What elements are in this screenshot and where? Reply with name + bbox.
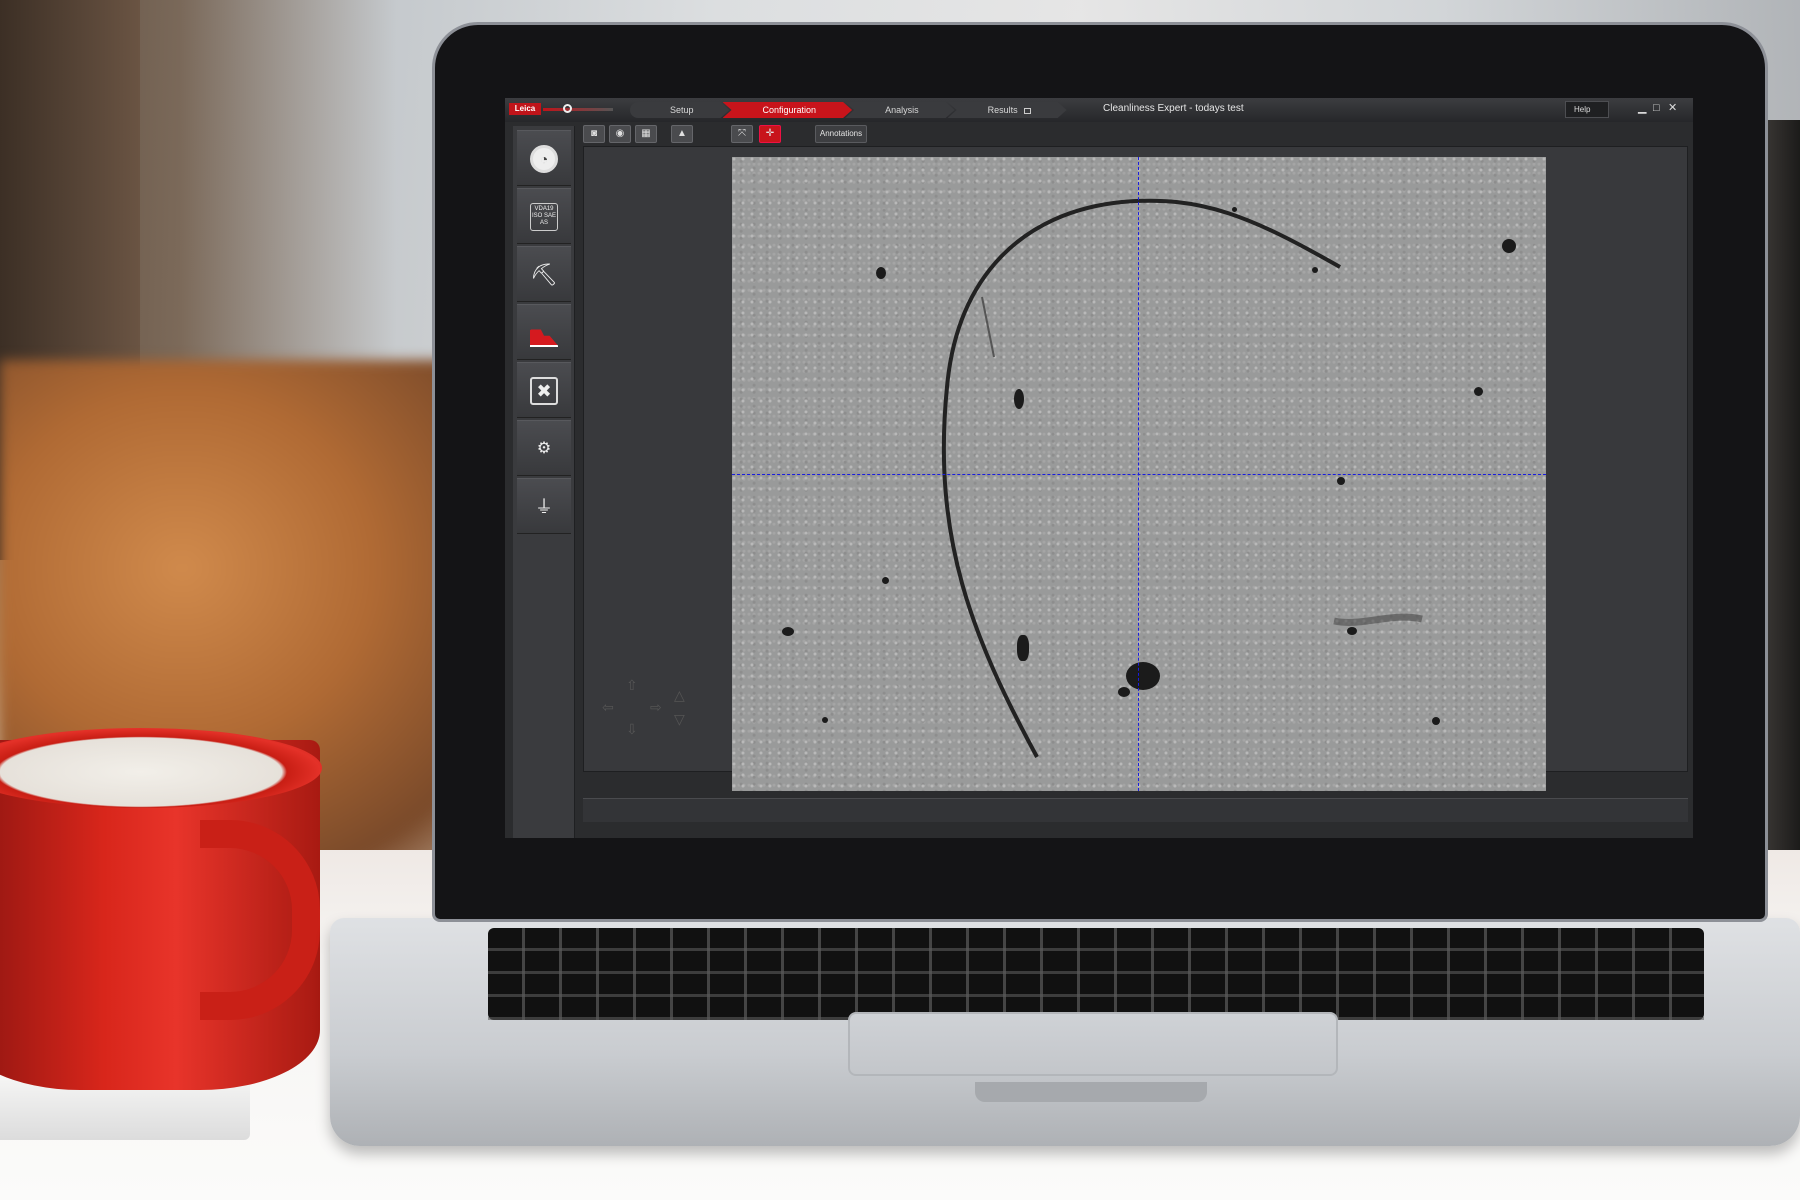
particle	[1126, 662, 1160, 690]
logo-line	[543, 108, 613, 111]
annotations-button[interactable]: Annotations	[815, 125, 867, 143]
tab-label: Results	[987, 105, 1018, 115]
arrow-right-icon[interactable]: ⇨	[650, 699, 662, 716]
sidebar-item-microscope[interactable]: ⛏	[517, 246, 571, 302]
tab-analysis[interactable]: Analysis	[845, 102, 955, 118]
particle	[1337, 477, 1345, 485]
status-bar	[583, 798, 1688, 822]
sidebar-item-standards[interactable]: VDA19 ISO SAE AS	[517, 188, 571, 244]
sidebar-item-tools[interactable]: ✖	[517, 362, 571, 418]
particle	[1474, 387, 1483, 396]
close-button[interactable]: ✕	[1668, 101, 1677, 115]
tab-label: Analysis	[885, 105, 919, 115]
lock-icon	[1024, 108, 1031, 114]
laptop-notch	[975, 1082, 1207, 1102]
particle	[882, 577, 889, 584]
camera-icon: ◉	[615, 128, 625, 139]
tab-label: Setup	[670, 105, 694, 115]
fit-to-screen-icon: ⤧	[738, 128, 746, 139]
particle	[1232, 207, 1237, 212]
sidebar-item-lamp[interactable]: ⏚	[517, 478, 571, 534]
arrow-up-icon[interactable]: ⇧	[626, 677, 638, 694]
standards-icon: VDA19 ISO SAE AS	[530, 203, 558, 231]
lamp-settings-icon: ⚙	[536, 440, 552, 457]
lamp-icon: ⏚	[535, 497, 553, 517]
z-down-icon[interactable]: ▽	[674, 711, 685, 728]
sidebar: ◔ VDA19 ISO SAE AS ⛏ ✖ ⚙ ⏚	[513, 126, 575, 838]
grid-button[interactable]: ▦	[635, 125, 657, 143]
sidebar-item-gauge[interactable]: ◔	[517, 130, 571, 186]
grid-icon: ▦	[641, 128, 651, 139]
app-window: Leica Setup Configuration Analysis Resul…	[505, 98, 1693, 838]
particle-histogram-icon	[530, 324, 558, 347]
snapshot-button[interactable]: ◉	[609, 125, 631, 143]
logo-dot-icon	[563, 104, 572, 113]
tab-setup[interactable]: Setup	[630, 102, 730, 118]
minimize-button[interactable]: ▁	[1638, 101, 1646, 115]
particle	[1432, 717, 1440, 725]
crosshair-button[interactable]: ✛	[759, 125, 781, 143]
particle	[1014, 389, 1024, 409]
sidebar-item-histogram[interactable]	[517, 304, 571, 360]
tab-results[interactable]: Results	[948, 102, 1067, 118]
particle	[1502, 239, 1516, 253]
laptop-trackpad	[848, 1012, 1338, 1076]
particle	[1347, 627, 1357, 635]
particle	[1118, 687, 1130, 697]
maximize-button[interactable]: □	[1653, 101, 1660, 115]
crosshair-icon: ✛	[765, 128, 775, 139]
record-button[interactable]: ◙	[583, 125, 605, 143]
laptop-keyboard	[488, 928, 1704, 1020]
window-title: Cleanliness Expert - todays test	[1103, 103, 1244, 114]
image-toolbar: ◙ ◉ ▦ ▲ ⤧ ✛ Annotations	[583, 124, 1688, 144]
image-viewport: ⇧ ⇦ ⇨ ⇩ △ ▽	[583, 146, 1688, 791]
particle	[782, 627, 794, 636]
particle	[876, 267, 886, 279]
arrow-left-icon[interactable]: ⇦	[602, 699, 614, 716]
gauge-icon: ◔	[530, 145, 558, 173]
leica-logo: Leica	[509, 103, 541, 115]
particle	[822, 717, 828, 723]
stage-navigation-pad[interactable]: ⇧ ⇦ ⇨ ⇩ △ ▽	[594, 677, 694, 757]
arrow-down-icon[interactable]: ⇩	[626, 721, 638, 738]
z-up-icon[interactable]: △	[674, 687, 685, 704]
microscope-image[interactable]	[732, 157, 1546, 791]
tools-icon: ✖	[530, 377, 558, 405]
particle	[1017, 635, 1029, 661]
microscope-icon: ⛏	[530, 262, 558, 287]
sidebar-item-lamp-settings[interactable]: ⚙	[517, 420, 571, 476]
help-button[interactable]: Help	[1565, 101, 1609, 118]
title-bar: Leica Setup Configuration Analysis Resul…	[505, 98, 1693, 122]
workflow-tabs: Setup Configuration Analysis Results	[630, 102, 1060, 118]
particle	[1312, 267, 1318, 273]
crosshair-horizontal	[732, 474, 1546, 475]
tab-label: Configuration	[762, 105, 817, 115]
histogram-button[interactable]: ▲	[671, 125, 693, 143]
fit-to-screen-button[interactable]: ⤧	[731, 125, 753, 143]
tab-configuration[interactable]: Configuration	[723, 102, 853, 118]
histogram-icon: ▲	[677, 128, 687, 139]
record-icon: ◙	[590, 128, 598, 139]
